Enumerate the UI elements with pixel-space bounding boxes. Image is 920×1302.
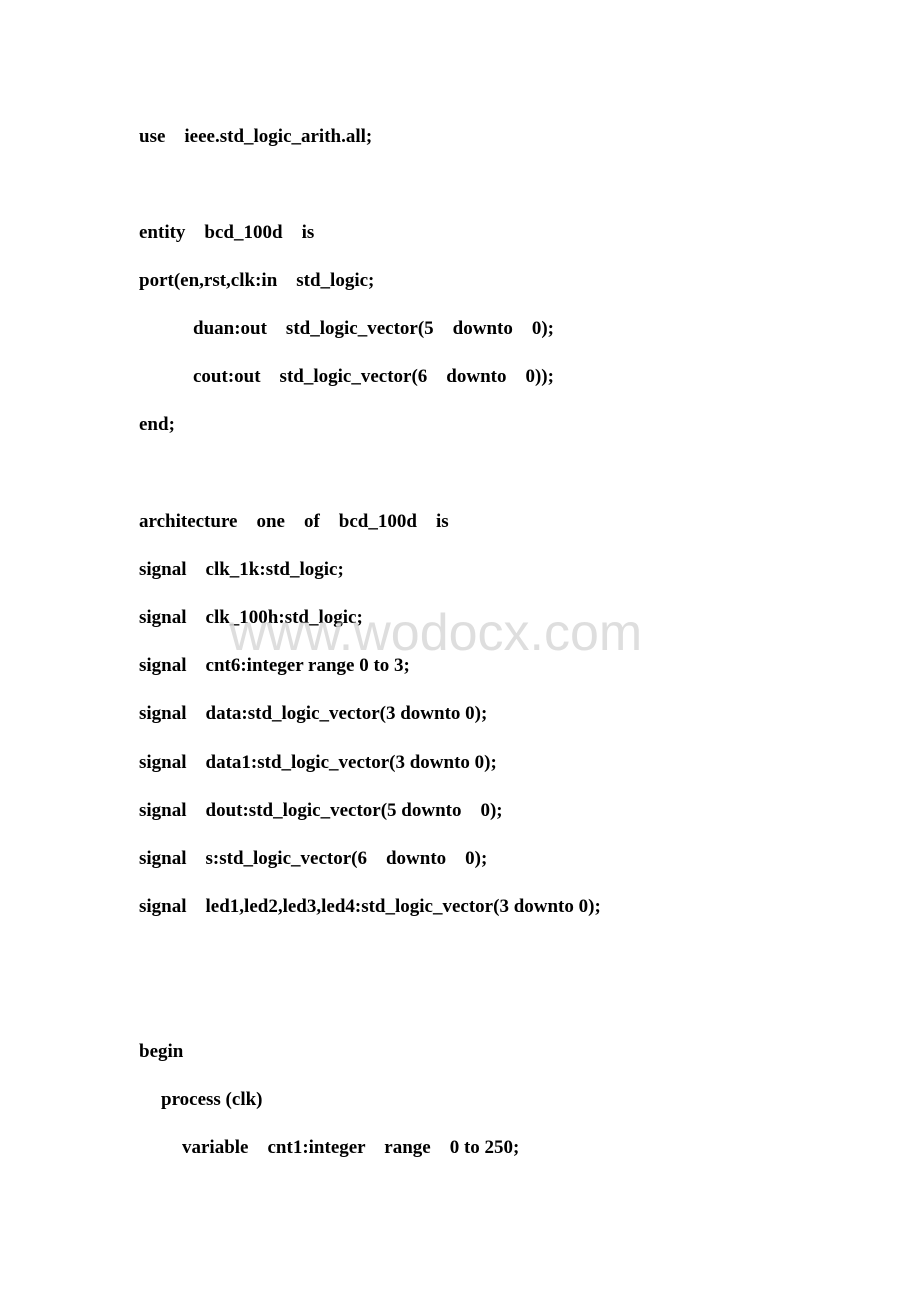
code-line-signal-cnt6: signal cnt6:integer range 0 to 3; — [139, 655, 410, 676]
code-line-begin: begin — [139, 1041, 184, 1062]
code-line-port-declaration: port(en,rst,clk:in std_logic; — [139, 270, 375, 291]
code-line-signal-dout: signal dout:std_logic_vector(5 downto 0)… — [139, 800, 503, 821]
code-line-signal-data1: signal data1:std_logic_vector(3 downto 0… — [139, 752, 497, 773]
code-line-entity-end: end; — [139, 414, 175, 435]
code-line-process: process (clk) — [161, 1089, 263, 1110]
code-line-port-cout: cout:out std_logic_vector(6 downto 0)); — [193, 366, 554, 387]
code-line-signal-clk-100h: signal clk_100h:std_logic; — [139, 607, 363, 628]
code-line-architecture-declaration: architecture one of bcd_100d is — [139, 511, 449, 532]
code-line-signal-leds: signal led1,led2,led3,led4:std_logic_vec… — [139, 896, 601, 917]
code-line-signal-clk-1k: signal clk_1k:std_logic; — [139, 559, 344, 580]
code-line-signal-s: signal s:std_logic_vector(6 downto 0); — [139, 848, 488, 869]
document-page: use ieee.std_logic_arith.all; entity bcd… — [0, 0, 920, 1302]
code-line-variable-cnt1: variable cnt1:integer range 0 to 250; — [182, 1137, 520, 1158]
code-line-signal-data: signal data:std_logic_vector(3 downto 0)… — [139, 703, 488, 724]
code-line-use-clause: use ieee.std_logic_arith.all; — [139, 126, 373, 147]
code-line-entity-declaration: entity bcd_100d is — [139, 222, 315, 243]
code-line-port-duan: duan:out std_logic_vector(5 downto 0); — [193, 318, 554, 339]
